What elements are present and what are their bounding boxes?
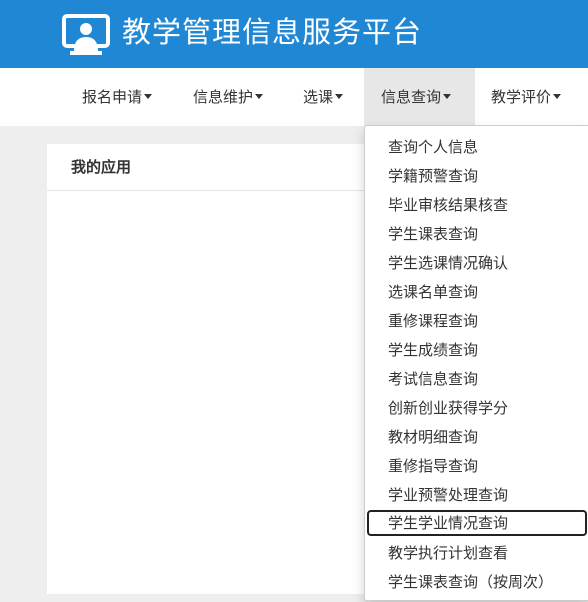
menu-item-grades[interactable]: 学生成绩查询 [367, 337, 587, 363]
menu-item-textbook-details[interactable]: 教材明细查询 [367, 424, 587, 450]
my-apps-panel: 我的应用 [47, 144, 377, 594]
menu-item-academic-status[interactable]: 学生学业情况查询 [367, 510, 587, 536]
caret-down-icon [144, 94, 153, 99]
info-query-dropdown: 查询个人信息 学籍预警查询 毕业审核结果核查 学生课表查询 学生选课情况确认 选… [364, 125, 588, 601]
caret-down-icon [335, 94, 344, 99]
nav-item-label: 选课 [303, 88, 334, 106]
caret-down-icon [553, 94, 562, 99]
nav-item-registration[interactable]: 报名申请 [82, 68, 153, 126]
monitor-user-icon[interactable] [62, 13, 110, 57]
menu-item-academic-warning[interactable]: 学业预警处理查询 [367, 482, 587, 508]
nav-item-info-query[interactable]: 信息查询 [364, 68, 475, 126]
nav-item-info-maintenance[interactable]: 信息维护 [193, 68, 264, 126]
menu-item-enrollment-list[interactable]: 选课名单查询 [367, 279, 587, 305]
menu-item-status-warning[interactable]: 学籍预警查询 [367, 163, 587, 189]
menu-item-retake-guidance[interactable]: 重修指导查询 [367, 453, 587, 479]
caret-down-icon [255, 94, 264, 99]
menu-item-personal-info[interactable]: 查询个人信息 [367, 134, 587, 160]
caret-down-icon [443, 94, 452, 99]
menu-item-graduation-audit[interactable]: 毕业审核结果核查 [367, 192, 587, 218]
menu-item-retake-courses[interactable]: 重修课程查询 [367, 308, 587, 334]
menu-item-student-timetable[interactable]: 学生课表查询 [367, 221, 587, 247]
menu-item-weekly-timetable[interactable]: 学生课表查询（按周次） [367, 569, 587, 595]
menu-item-exam-info[interactable]: 考试信息查询 [367, 366, 587, 392]
main-nav: 报名申请 信息维护 选课 信息查询 教学评价 [0, 68, 588, 126]
nav-item-label: 教学评价 [491, 88, 552, 106]
menu-item-selection-confirm[interactable]: 学生选课情况确认 [367, 250, 587, 276]
app-header: 教学管理信息服务平台 [0, 0, 588, 68]
nav-item-label: 报名申请 [82, 88, 143, 106]
panel-title: 我的应用 [71, 158, 132, 176]
menu-item-teaching-plan[interactable]: 教学执行计划查看 [367, 540, 587, 566]
nav-item-label: 信息查询 [381, 88, 442, 106]
nav-item-course-selection[interactable]: 选课 [303, 68, 344, 126]
app-title: 教学管理信息服务平台 [122, 15, 423, 49]
divider [47, 190, 377, 191]
nav-item-teaching-evaluation[interactable]: 教学评价 [491, 68, 562, 126]
menu-item-innovation-credits[interactable]: 创新创业获得学分 [367, 395, 587, 421]
nav-item-label: 信息维护 [193, 88, 254, 106]
